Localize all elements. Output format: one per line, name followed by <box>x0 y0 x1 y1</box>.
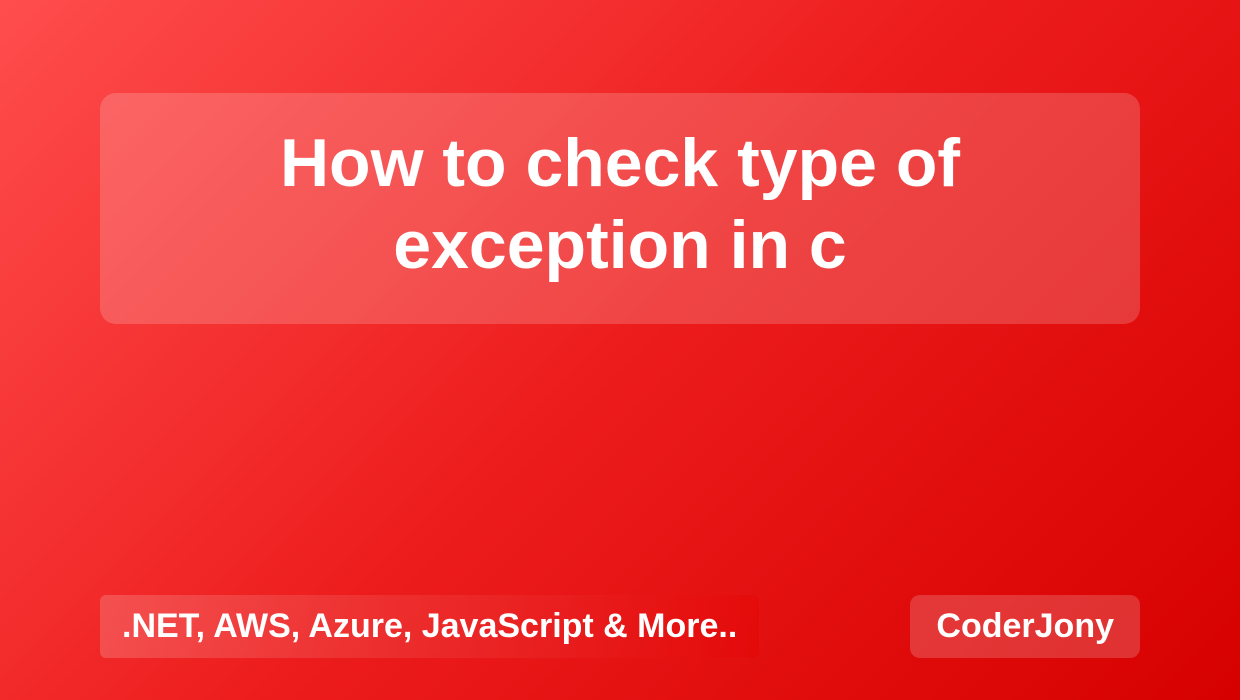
footer: .NET, AWS, Azure, JavaScript & More.. Co… <box>100 595 1140 658</box>
tagline-badge: .NET, AWS, Azure, JavaScript & More.. <box>100 595 759 658</box>
brand-badge: CoderJony <box>910 595 1140 658</box>
title-card: How to check type of exception in c <box>100 93 1140 324</box>
page-title: How to check type of exception in c <box>140 123 1100 286</box>
